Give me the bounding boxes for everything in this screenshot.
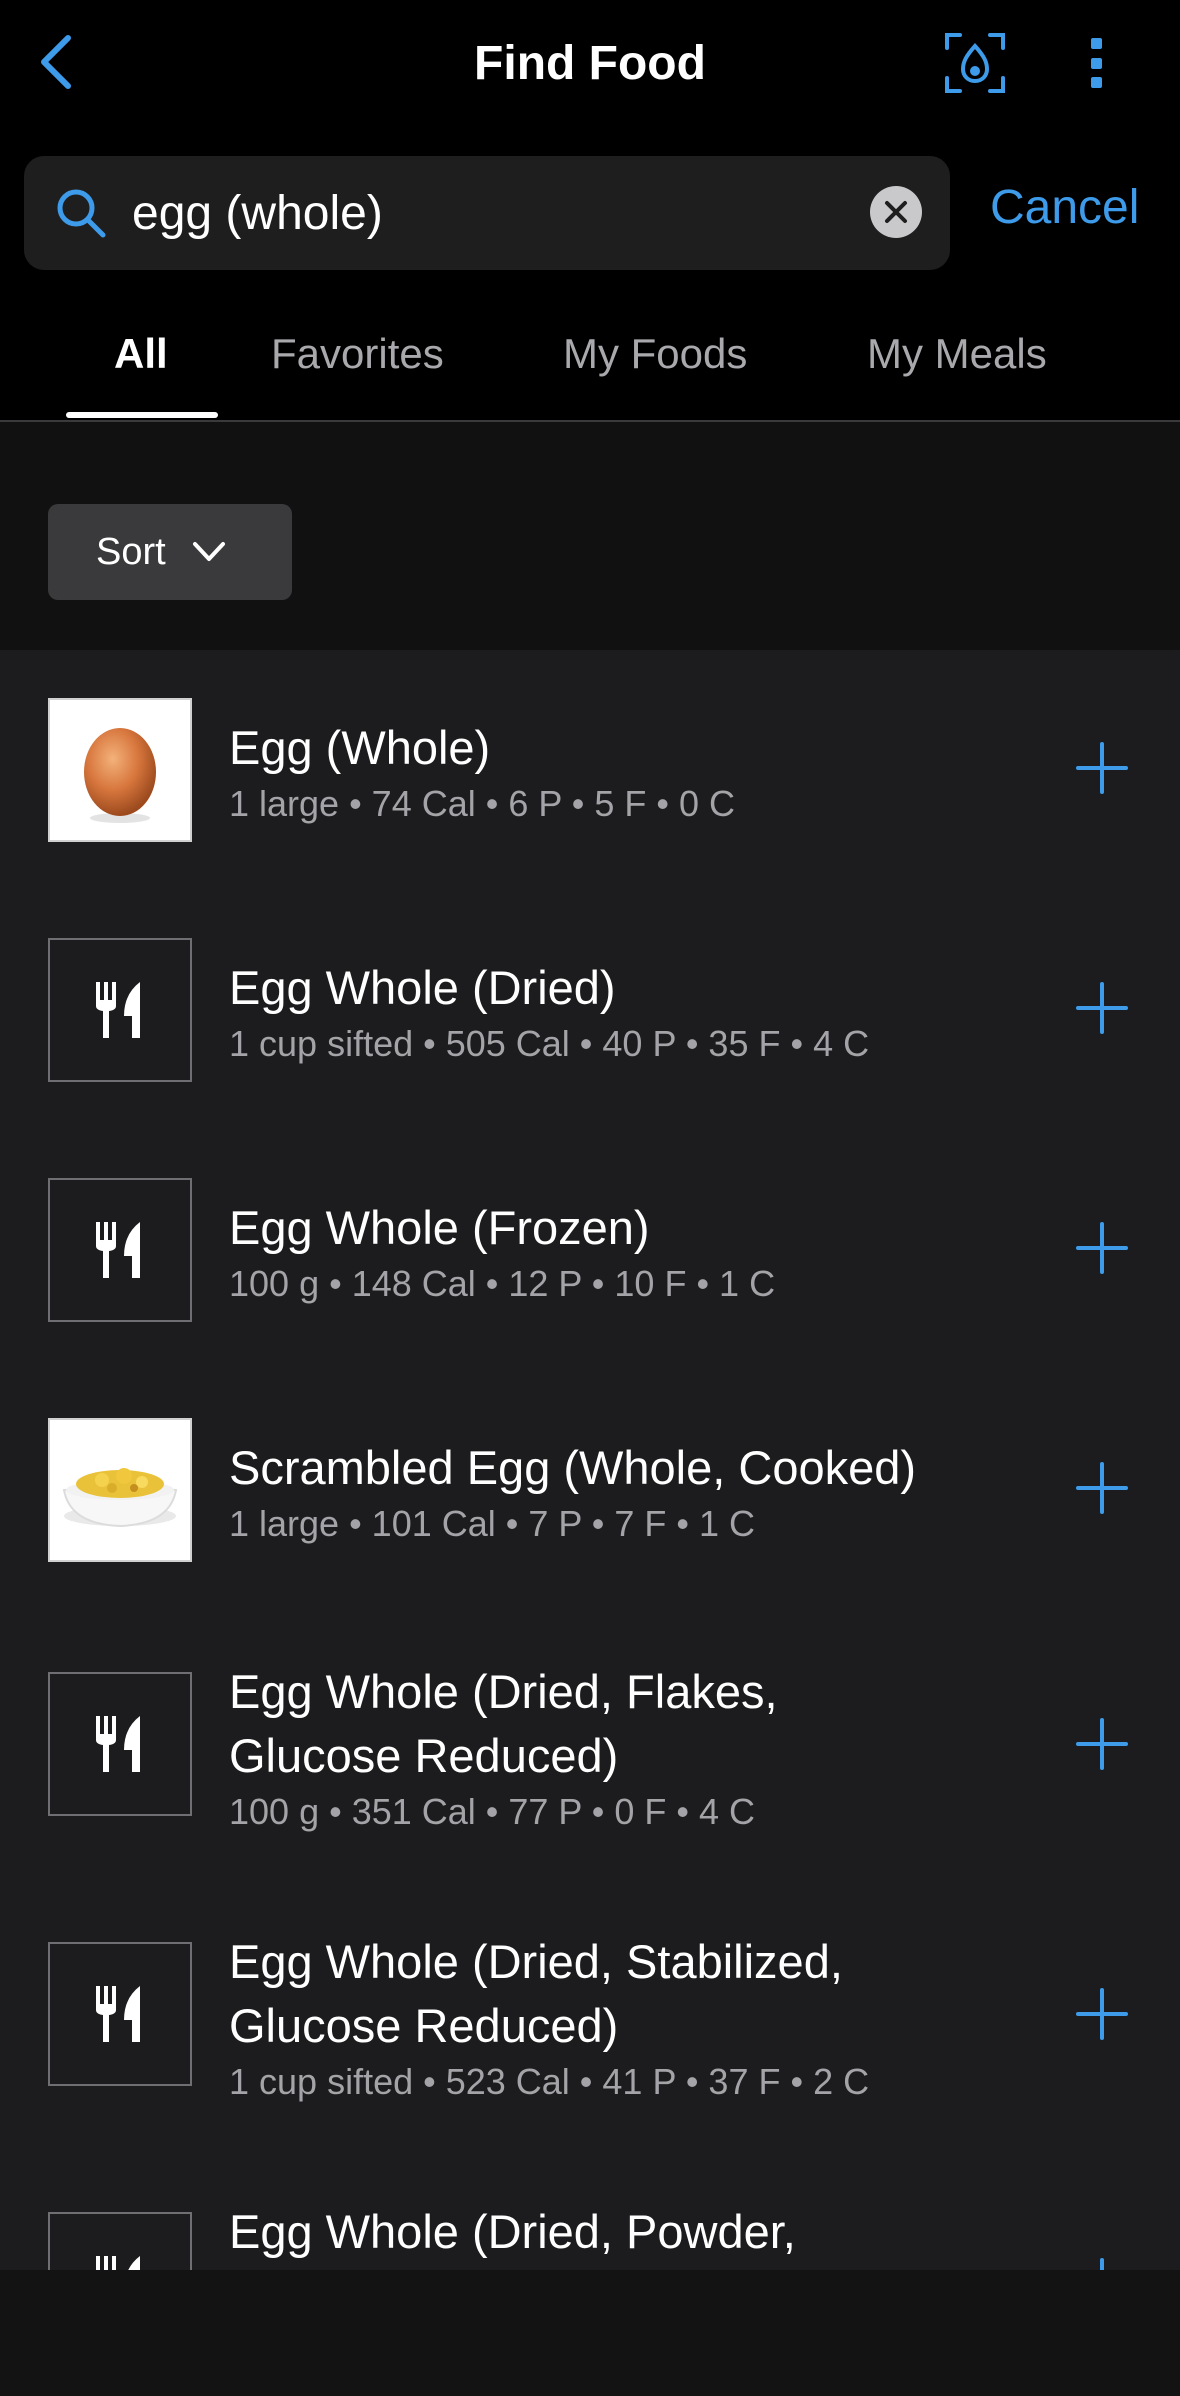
egg-photo	[48, 698, 192, 842]
tab-all[interactable]: All	[114, 330, 168, 378]
find-food-screen: Find Food egg (whole) Cancel All Favorit…	[0, 0, 1180, 2396]
search-input[interactable]	[132, 178, 872, 248]
more-button[interactable]	[1072, 32, 1120, 94]
plus-icon[interactable]	[1074, 1220, 1130, 1276]
sort-section: Sort	[0, 422, 1180, 650]
header: Find Food	[0, 0, 1180, 134]
sort-label: Sort	[96, 530, 166, 573]
food-info: Egg Whole (Dried, Powder,	[229, 2200, 1029, 2264]
results-list: Egg (Whole) 1 large • 74 Cal • 6 P • 5 F…	[0, 650, 1180, 2270]
food-info: Egg Whole (Dried, Stabilized, Glucose Re…	[229, 1930, 1029, 2106]
food-detail: 1 large • 74 Cal • 6 P • 5 F • 0 C	[229, 783, 735, 824]
scan-button[interactable]	[944, 32, 1006, 94]
cancel-button[interactable]: Cancel	[990, 180, 1139, 235]
food-name: Egg Whole (Dried)	[229, 961, 616, 1014]
bottom-bar	[0, 2270, 1180, 2396]
scan-icon	[945, 33, 1005, 93]
list-item[interactable]: Egg Whole (Dried, Flakes, Glucose Reduce…	[0, 1610, 1180, 1880]
food-name-line: Egg Whole (Dried, Flakes,	[229, 1665, 778, 1718]
more-dot	[1090, 38, 1102, 49]
food-detail: 1 cup sifted • 505 Cal • 40 P • 35 F • 4…	[229, 1023, 870, 1064]
plus-icon[interactable]	[1074, 1986, 1130, 2042]
food-detail: 100 g • 351 Cal • 77 P • 0 F • 4 C	[229, 1791, 756, 1832]
plus-icon[interactable]	[1074, 980, 1130, 1036]
food-info: Egg Whole (Frozen) 100 g • 148 Cal • 12 …	[229, 1196, 1029, 1308]
food-info: Egg Whole (Dried) 1 cup sifted • 505 Cal…	[229, 956, 1029, 1068]
tab-bar: All Favorites My Foods My Meals	[0, 300, 1180, 422]
active-tab-indicator	[66, 412, 218, 418]
list-item[interactable]: Egg Whole (Dried, Stabilized, Glucose Re…	[0, 1880, 1180, 2150]
food-detail: 1 cup sifted • 523 Cal • 41 P • 37 F • 2…	[229, 2061, 870, 2102]
more-dot	[1090, 77, 1102, 88]
food-info: Egg Whole (Dried, Flakes, Glucose Reduce…	[229, 1660, 1029, 1836]
food-info: Scrambled Egg (Whole, Cooked) 1 large • …	[229, 1436, 1029, 1548]
plus-icon[interactable]	[1074, 1460, 1130, 1516]
food-name-line: Glucose Reduced)	[229, 1999, 619, 2052]
plus-icon[interactable]	[1074, 2256, 1130, 2270]
utensils-icon	[48, 1942, 192, 2086]
food-name-line: Egg Whole (Dried, Powder,	[229, 2205, 796, 2258]
search-icon	[57, 189, 106, 238]
search-bar	[24, 156, 950, 270]
sort-button[interactable]: Sort	[48, 504, 292, 600]
more-dot	[1090, 57, 1102, 69]
list-item[interactable]: Egg Whole (Dried) 1 cup sifted • 505 Cal…	[0, 890, 1180, 1130]
list-item[interactable]: Egg Whole (Frozen) 100 g • 148 Cal • 12 …	[0, 1130, 1180, 1370]
utensils-icon	[48, 938, 192, 1082]
food-name-line: Glucose Reduced)	[229, 1729, 619, 1782]
utensils-icon	[48, 1178, 192, 1322]
close-icon	[885, 201, 907, 223]
utensils-icon	[48, 2212, 192, 2270]
tab-my-foods[interactable]: My Foods	[563, 330, 747, 378]
plus-icon[interactable]	[1074, 1716, 1130, 1772]
plus-icon[interactable]	[1074, 740, 1130, 796]
list-item[interactable]: Scrambled Egg (Whole, Cooked) 1 large • …	[0, 1370, 1180, 1610]
utensils-icon	[48, 1672, 192, 1816]
food-name-line: Egg Whole (Dried, Stabilized,	[229, 1935, 843, 1988]
food-info: Egg (Whole) 1 large • 74 Cal • 6 P • 5 F…	[229, 716, 1029, 828]
food-detail: 1 large • 101 Cal • 7 P • 7 F • 1 C	[229, 1503, 756, 1544]
chevron-down-icon	[192, 542, 225, 561]
food-name: Egg (Whole)	[229, 721, 491, 774]
food-name: Scrambled Egg (Whole, Cooked)	[229, 1441, 917, 1494]
tab-my-meals[interactable]: My Meals	[867, 330, 1047, 378]
clear-search-button[interactable]	[870, 186, 922, 238]
food-name: Egg Whole (Frozen)	[229, 1201, 650, 1254]
list-item[interactable]: Egg (Whole) 1 large • 74 Cal • 6 P • 5 F…	[0, 650, 1180, 890]
list-item[interactable]: Egg Whole (Dried, Powder,	[0, 2150, 1180, 2270]
scrambled-egg-photo	[48, 1418, 192, 1562]
food-detail: 100 g • 148 Cal • 12 P • 10 F • 1 C	[229, 1263, 776, 1304]
tab-favorites[interactable]: Favorites	[271, 330, 444, 378]
